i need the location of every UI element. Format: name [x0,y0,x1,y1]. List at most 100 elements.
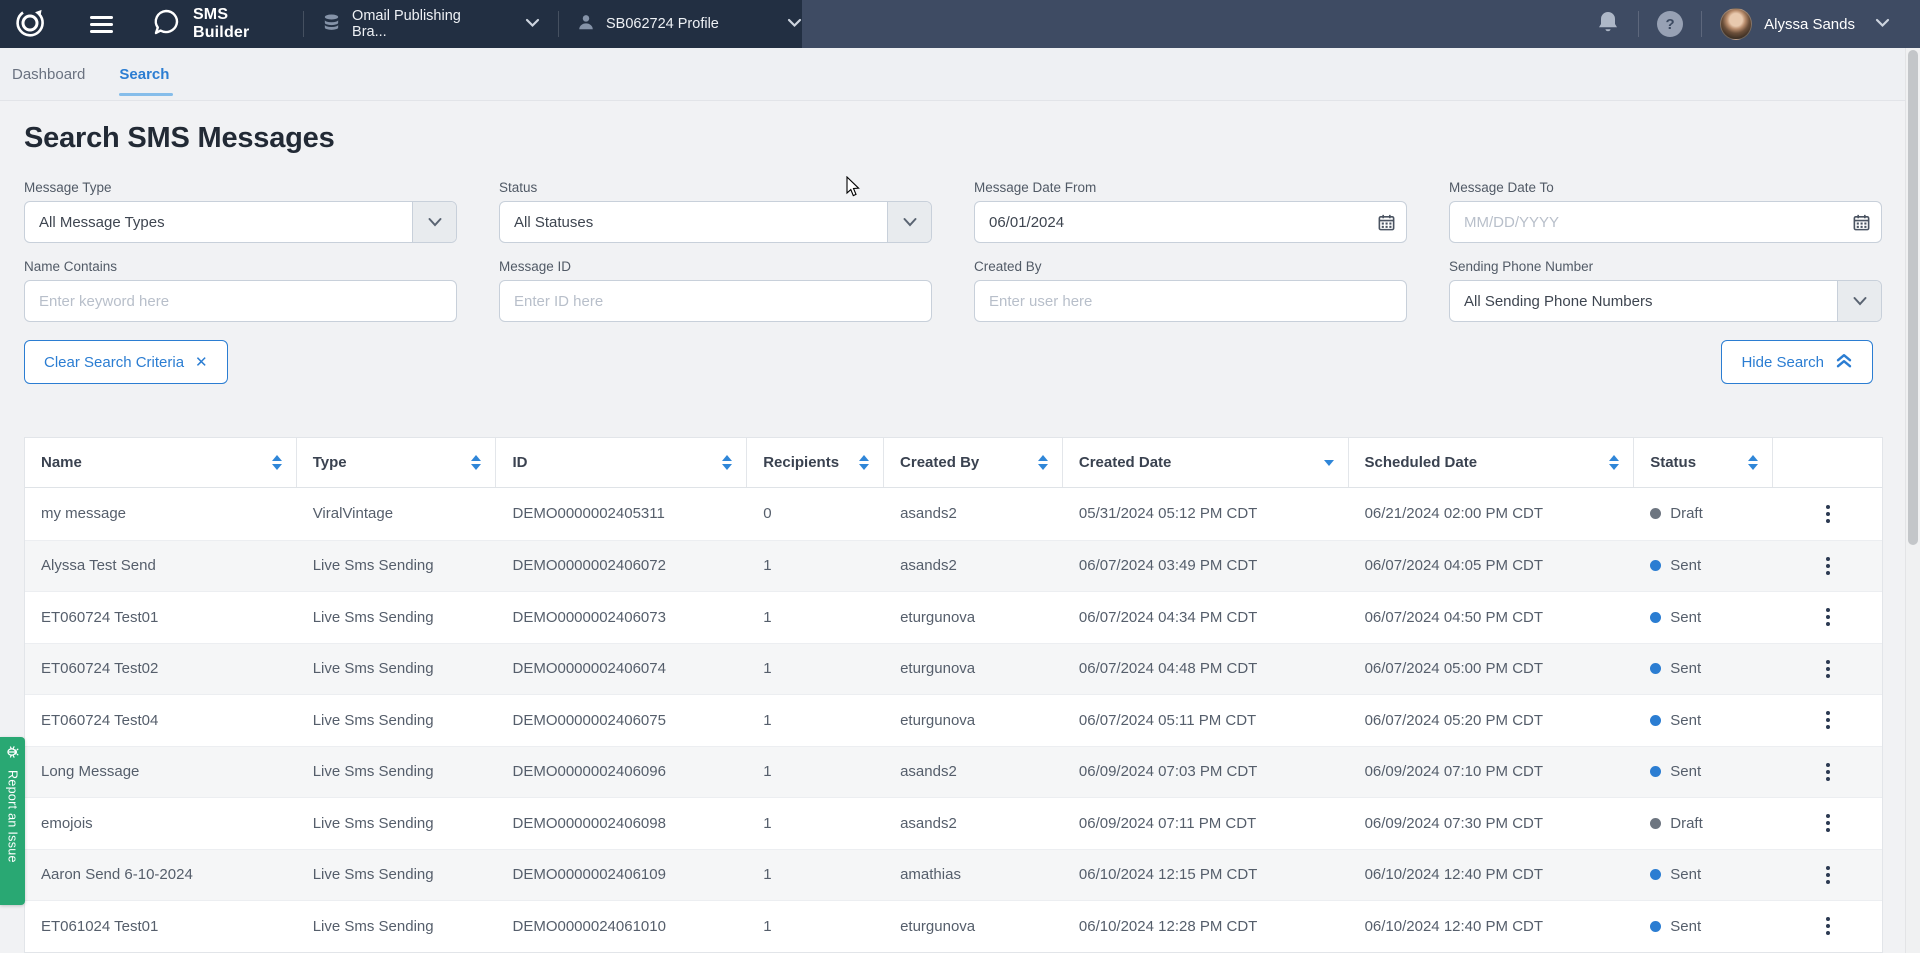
cell-actions [1773,850,1882,901]
message-date-from-input-box [974,201,1407,243]
sort-both-icon [1599,455,1619,470]
table-row: Alyssa Test SendLive Sms SendingDEMO0000… [25,540,1882,592]
column-header-status[interactable]: Status [1634,438,1773,487]
clear-search-criteria-button[interactable]: Clear Search Criteria ✕ [24,340,228,384]
field-label: Status [499,180,932,195]
row-actions-kebab-icon[interactable] [1820,705,1836,735]
sms-bubble-icon [151,7,181,42]
column-header-id[interactable]: ID [496,438,747,487]
status-dot [1650,766,1661,777]
cell-recipients: 1 [747,644,884,695]
omeda-logo-icon[interactable] [14,6,46,43]
sort-both-icon [1738,455,1758,470]
close-icon: ✕ [195,353,208,371]
row-actions-kebab-icon[interactable] [1820,757,1836,787]
tab-dashboard[interactable]: Dashboard [12,48,85,100]
cell-recipients: 1 [747,850,884,901]
column-header-name[interactable]: Name [25,438,297,487]
double-chevron-up-icon [1835,352,1853,373]
field-message-date-from: Message Date From [974,180,1407,243]
column-header-created-by[interactable]: Created By [884,438,1063,487]
help-icon[interactable]: ? [1657,11,1683,37]
row-actions-kebab-icon[interactable] [1820,860,1836,890]
cell-actions [1773,488,1882,540]
sort-both-icon [712,455,732,470]
column-label: Type [313,454,347,471]
column-header-type[interactable]: Type [297,438,497,487]
table-header-row: Name Type ID RecipientsCreated ByCreated Da… [25,438,1882,488]
status-label: Sent [1670,557,1701,574]
row-actions-kebab-icon[interactable] [1820,499,1836,529]
report-an-issue-button[interactable]: Report an Issue [0,737,25,905]
chevron-down-icon [887,202,931,242]
cell-type: Live Sms Sending [297,541,497,592]
user-avatar[interactable] [1720,8,1752,40]
vertical-scrollbar-thumb[interactable] [1908,50,1918,545]
cell-created-by: asands2 [884,798,1063,849]
cell-created-date: 06/07/2024 03:49 PM CDT [1063,541,1349,592]
column-header-created-date[interactable]: Created Date [1063,438,1349,487]
field-name-contains: Name Contains [24,259,457,322]
hide-search-button[interactable]: Hide Search [1721,340,1873,384]
field-label: Name Contains [24,259,457,274]
cell-actions [1773,541,1882,592]
select-value: All Message Types [25,214,412,231]
cell-id: DEMO0000002406075 [496,695,747,746]
calendar-icon[interactable] [1841,202,1881,242]
name-contains-input-box [24,280,457,322]
cell-created-by: amathias [884,850,1063,901]
row-actions-kebab-icon[interactable] [1820,602,1836,632]
navbar-divider [1638,11,1639,37]
hamburger-menu-icon[interactable] [90,16,113,33]
field-message-id: Message ID [499,259,932,322]
table-row: ET060724 Test02Live Sms SendingDEMO00000… [25,643,1882,695]
notifications-bell-icon[interactable] [1596,9,1620,40]
table-row: Long MessageLive Sms SendingDEMO00000024… [25,746,1882,798]
brand-dropdown[interactable]: Omail Publishing Bra... [322,8,540,40]
message-type-select[interactable]: All Message Types [24,201,457,243]
hide-button-label: Hide Search [1741,354,1824,371]
column-header-scheduled-date[interactable]: Scheduled Date [1349,438,1635,487]
cell-scheduled-date: 06/09/2024 07:10 PM CDT [1349,747,1635,798]
field-label: Sending Phone Number [1449,259,1882,274]
cell-recipients: 0 [747,488,884,540]
status-dot [1650,818,1661,829]
status-select[interactable]: All Statuses [499,201,932,243]
column-label: ID [512,454,527,471]
cell-id: DEMO0000002406098 [496,798,747,849]
status-label: Sent [1670,918,1701,935]
field-sending-phone-number: Sending Phone Number All Sending Phone N… [1449,259,1882,322]
created-by-input[interactable] [975,281,1406,321]
name-contains-input[interactable] [25,281,456,321]
cell-status: Sent [1634,901,1773,952]
status-dot [1650,663,1661,674]
tab-bar: Dashboard Search [0,48,1905,101]
cell-id: DEMO0000002406072 [496,541,747,592]
vertical-scrollbar-track[interactable] [1905,48,1920,953]
row-actions-kebab-icon[interactable] [1820,654,1836,684]
column-header-actions [1773,438,1882,487]
cell-status: Sent [1634,747,1773,798]
select-value: All Sending Phone Numbers [1450,293,1837,310]
calendar-icon[interactable] [1366,202,1406,242]
column-label: Status [1650,454,1696,471]
message-date-to-input[interactable] [1450,202,1841,242]
cell-type: Live Sms Sending [297,901,497,952]
profile-dropdown[interactable]: SB062724 Profile [577,13,802,35]
chevron-down-icon [525,16,540,32]
message-date-from-input[interactable] [975,202,1366,242]
user-menu-chevron-icon[interactable] [1875,15,1890,33]
row-actions-kebab-icon[interactable] [1820,551,1836,581]
message-id-input[interactable] [500,281,931,321]
navbar-left-section: SMS Builder Omail Publishing Bra... [0,0,802,48]
cell-name: Alyssa Test Send [25,541,297,592]
cell-created-date: 06/10/2024 12:28 PM CDT [1063,901,1349,952]
row-actions-kebab-icon[interactable] [1820,911,1836,941]
row-actions-kebab-icon[interactable] [1820,808,1836,838]
column-header-recipients[interactable]: Recipients [747,438,884,487]
tab-search[interactable]: Search [119,48,169,100]
cell-type: Live Sms Sending [297,747,497,798]
cell-scheduled-date: 06/07/2024 05:00 PM CDT [1349,644,1635,695]
cell-status: Sent [1634,644,1773,695]
sending-phone-select[interactable]: All Sending Phone Numbers [1449,280,1882,322]
